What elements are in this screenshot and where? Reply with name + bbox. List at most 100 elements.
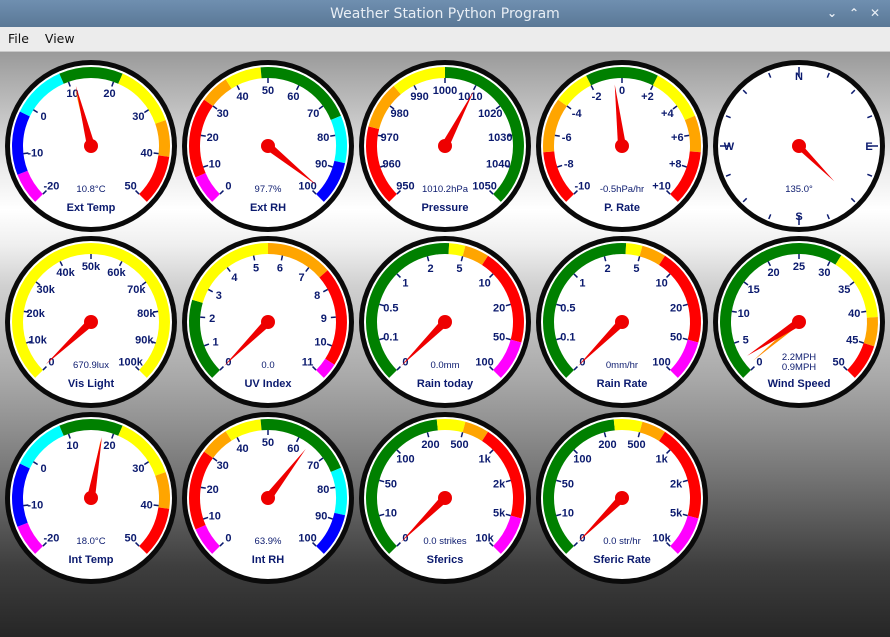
gauge-hub <box>438 491 452 505</box>
gauge-tick-label: 40 <box>236 443 248 455</box>
gauge-tick-label: 1 <box>402 277 408 289</box>
gauge-tick-label: 40 <box>141 147 153 159</box>
gauge-tick-label: 5 <box>743 334 749 346</box>
gauge-tick-label: 990 <box>410 91 428 103</box>
gauge-tick-label: 0 <box>402 533 408 545</box>
gauge-tick <box>330 486 336 489</box>
gauge-tick-label: 1k <box>655 453 668 465</box>
gauge-tick-label: 20 <box>493 303 505 315</box>
gauge-tick-label: 50 <box>493 331 505 343</box>
gauge-tick <box>554 134 560 137</box>
gauge-tick-label: 50 <box>562 479 574 491</box>
gauge-tick-label: 20 <box>670 303 682 315</box>
menu-view[interactable]: View <box>37 27 83 51</box>
gauge-tick-label: 70 <box>307 108 319 120</box>
gauge-tick-label: 0 <box>48 357 54 369</box>
gauge-hub <box>792 139 806 153</box>
gauge-tick-label: 5k <box>670 507 683 519</box>
gauge-tick <box>200 134 206 137</box>
gauge-tick-label: 30 <box>217 108 229 120</box>
gauge-tick-label: 500 <box>450 439 468 451</box>
gauge-tick-label: 4 <box>231 272 238 284</box>
gauge-tick-label: 30 <box>132 111 144 123</box>
gauge-tick-label: 0 <box>225 181 231 193</box>
compass-label: W <box>724 141 735 153</box>
menu-file[interactable]: File <box>0 27 37 51</box>
gauge-tick-label: 80k <box>137 308 156 320</box>
gauge-tick-label: 15 <box>748 284 760 296</box>
gauge-tick-label: 8 <box>314 290 320 302</box>
gauge-tick-label: 20 <box>207 484 219 496</box>
gauge-title: Rain Rate <box>597 378 648 390</box>
gauge-value: 1010.2hPa <box>422 184 469 195</box>
gauge-tick-label: 10 <box>314 337 326 349</box>
gauge-value: 63.9% <box>255 536 282 547</box>
gauge-tick-label: 100 <box>475 357 493 369</box>
gauge-title: Wind Speed <box>768 378 831 390</box>
gauge-tick-label: 970 <box>381 132 399 144</box>
gauge-tick-label: 80 <box>317 484 329 496</box>
gauge-tick-label: -20 <box>43 533 59 545</box>
gauge-int-rh: 0 10 20 30 40 50 60 70 80 90 100 63.9% Int RH <box>182 412 354 584</box>
gauge-title: Int RH <box>252 554 284 566</box>
gauge-tick-label: 50 <box>670 331 682 343</box>
gauge-tick-label: 10 <box>478 277 490 289</box>
gauge-tick <box>252 255 256 261</box>
gauge-tick-label: 45 <box>846 334 858 346</box>
window-title: Weather Station Python Program <box>330 5 560 22</box>
gauge-title: Sferic Rate <box>593 554 650 566</box>
gauge-hub <box>615 139 629 153</box>
gauge-pressure: 9509609709809901000101010201030104010501… <box>359 60 531 232</box>
gauge-tick-label: 35 <box>838 284 850 296</box>
gauge-tick-label: 60 <box>287 91 299 103</box>
menu-bar: File View <box>0 27 890 52</box>
gauge-tick-label: 1020 <box>478 108 502 120</box>
gauge-tick-label: 25 <box>793 261 805 273</box>
gauge-tick-label: 5 <box>456 263 462 275</box>
gauge-tick-label: 30 <box>217 460 229 472</box>
gauge-tick <box>153 152 159 155</box>
gauge-hub <box>792 315 806 329</box>
gauge-tick-label: 1000 <box>433 85 457 97</box>
gauge-tick <box>861 310 867 313</box>
gauge-tick-label: 1k <box>478 453 491 465</box>
close-icon[interactable]: ✕ <box>866 4 884 22</box>
gauge-ext-rh: 0 10 20 30 40 50 60 70 80 90 100 97.7% Ext RH <box>182 60 354 232</box>
gauge-tick-label: 70k <box>127 284 146 296</box>
gauge-tick-label: 5 <box>633 263 639 275</box>
gauge-hub <box>84 315 98 329</box>
gauge-value: 670.9lux <box>73 360 109 371</box>
gauge-tick-label: 2k <box>670 479 683 491</box>
window-titlebar[interactable]: Weather Station Python Program ⌄ ⌃ ✕ <box>0 0 890 27</box>
gauge-tick-label: +10 <box>652 181 671 193</box>
gauge-tick-label: 10 <box>655 277 667 289</box>
chevron-down-icon[interactable]: ⌄ <box>823 4 841 22</box>
gauge-tick-label: 11 <box>302 357 314 369</box>
gauge-rain-today: 0 0.1 0.5 1 2 5 10 20 50 100 0.0mm Rain today <box>359 236 531 408</box>
gauge-hub <box>615 315 629 329</box>
gauge-int-temp: -20 -10 0 10 20 30 40 50 18.0°C Int Temp <box>5 412 177 584</box>
gauge-hub <box>438 315 452 329</box>
gauge-tick-label: 60k <box>107 267 126 279</box>
gauge-tick-label: +2 <box>641 91 654 103</box>
gauge-tick-label: 20k <box>27 308 46 320</box>
gauge-tick-label: 200 <box>598 439 616 451</box>
gauge-tick-label: 50 <box>832 357 844 369</box>
gauge-tick-label: 1040 <box>486 158 510 170</box>
gauge-tick <box>330 134 336 137</box>
gauge-value: 0.0 <box>261 360 274 371</box>
gauge-tick-label: 100 <box>652 357 670 369</box>
gauge-tick <box>153 504 159 507</box>
gauge-tick-label: 0.5 <box>383 303 398 315</box>
gauge-tick-label: 10 <box>209 510 221 522</box>
chevron-up-icon[interactable]: ⌃ <box>845 4 863 22</box>
gauge-tick-label: 10k <box>475 533 494 545</box>
gauge-tick-label: 0 <box>402 357 408 369</box>
gauge-tick-label: 0 <box>225 357 231 369</box>
gauge-value: 18.0°C <box>76 536 105 547</box>
gauge-title: Rain today <box>417 378 474 390</box>
gauge-value: -0.5hPa/hr <box>600 184 644 195</box>
gauge-tick-label: 90 <box>315 510 327 522</box>
gauge-tick-label: +6 <box>671 132 684 144</box>
gauge-tick <box>200 486 206 489</box>
